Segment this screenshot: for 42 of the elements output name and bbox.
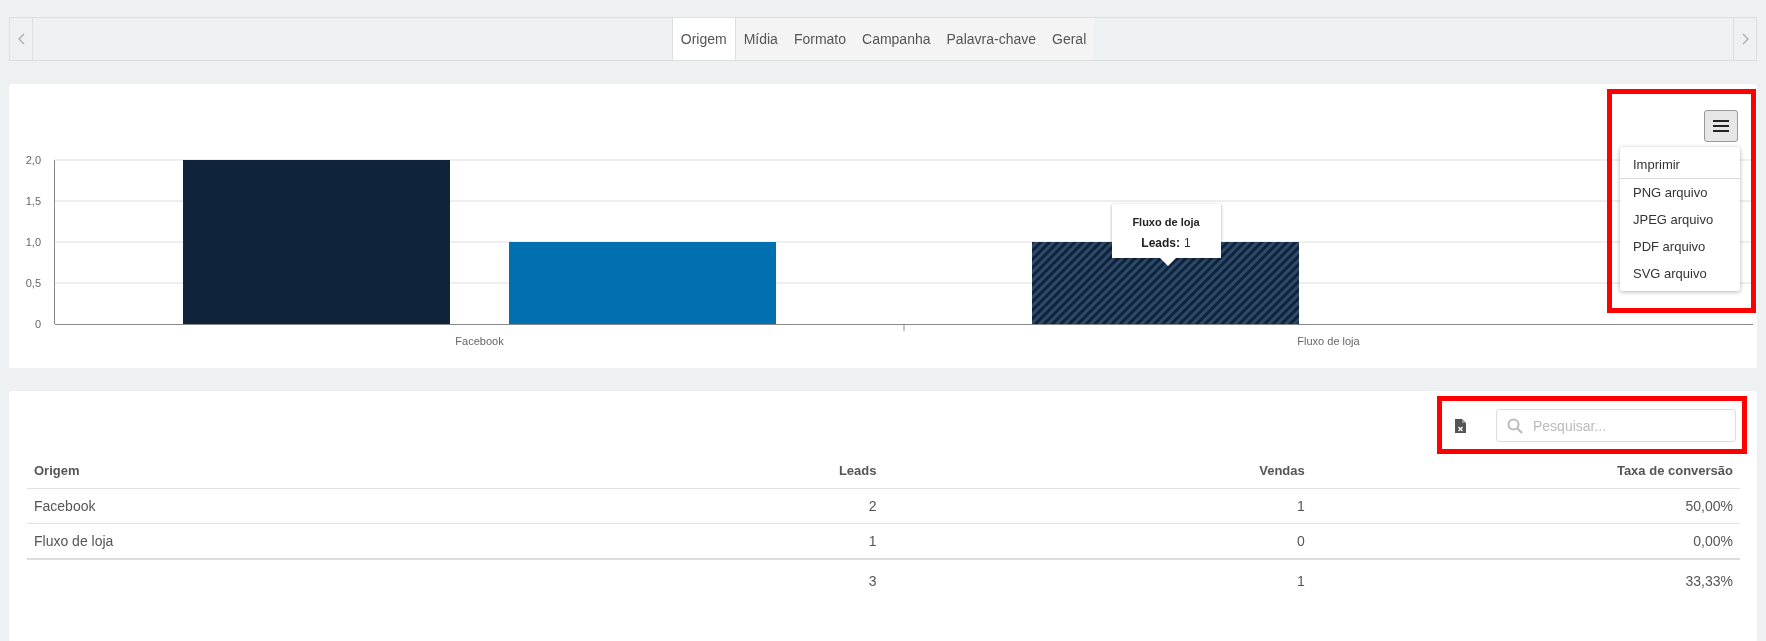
table-cell: 0 <box>883 523 1312 559</box>
menu-item[interactable]: SVG arquivo <box>1620 260 1740 287</box>
tab[interactable]: Formato <box>785 18 854 60</box>
tooltip-label: Leads: <box>1141 236 1180 250</box>
total-cell: 3 <box>455 559 884 602</box>
tab[interactable]: Geral <box>1044 18 1095 60</box>
table-cell: Fluxo de loja <box>27 523 456 559</box>
x-axis-label: Facebook <box>455 335 504 347</box>
menu-button[interactable] <box>1704 110 1738 142</box>
menu-item[interactable]: PNG arquivo <box>1620 179 1740 206</box>
table-cell: 2 <box>455 488 884 524</box>
tab[interactable]: Palavra-chave <box>938 18 1044 60</box>
menu-item[interactable]: JPEG arquivo <box>1620 206 1740 233</box>
tooltip-title: Fluxo de loja <box>1131 216 1201 228</box>
tab[interactable]: Origem <box>671 18 736 60</box>
column-header: Origem <box>27 453 456 489</box>
column-header: Vendas <box>883 453 1312 489</box>
column-header: Taxa de conversão <box>1311 453 1740 489</box>
y-axis-label: 2,0 <box>25 154 41 166</box>
y-axis-label: 1,0 <box>25 236 41 248</box>
table-cell: 50,00% <box>1311 488 1740 524</box>
table-cell: 1 <box>455 523 884 559</box>
tab[interactable]: Mídia <box>735 18 786 60</box>
menu-icon <box>1713 120 1729 132</box>
y-axis-label: 1,5 <box>25 195 41 207</box>
search-field[interactable]: Pesquisar... <box>1496 409 1736 442</box>
chevron-left-icon <box>17 33 25 45</box>
table-cell: 1 <box>883 488 1312 524</box>
tab[interactable]: Campanha <box>854 18 939 60</box>
chevron-right-icon <box>1741 33 1749 45</box>
column-header: Leads <box>455 453 884 489</box>
menu-item[interactable]: PDF arquivo <box>1620 233 1740 260</box>
table-cell: Facebook <box>27 488 456 524</box>
total-cell: 1 <box>883 559 1312 602</box>
total-cell: 33,33% <box>1311 559 1740 602</box>
x-axis-label: Fluxo de loja <box>1297 335 1360 347</box>
spreadsheet-file-icon[interactable] <box>1455 418 1466 433</box>
y-axis-label: 0,5 <box>25 277 41 289</box>
tooltip-value: 1 <box>1184 236 1191 250</box>
search-icon <box>1507 418 1523 434</box>
y-axis-label: 0 <box>34 318 41 330</box>
table-cell: 0,00% <box>1311 523 1740 559</box>
